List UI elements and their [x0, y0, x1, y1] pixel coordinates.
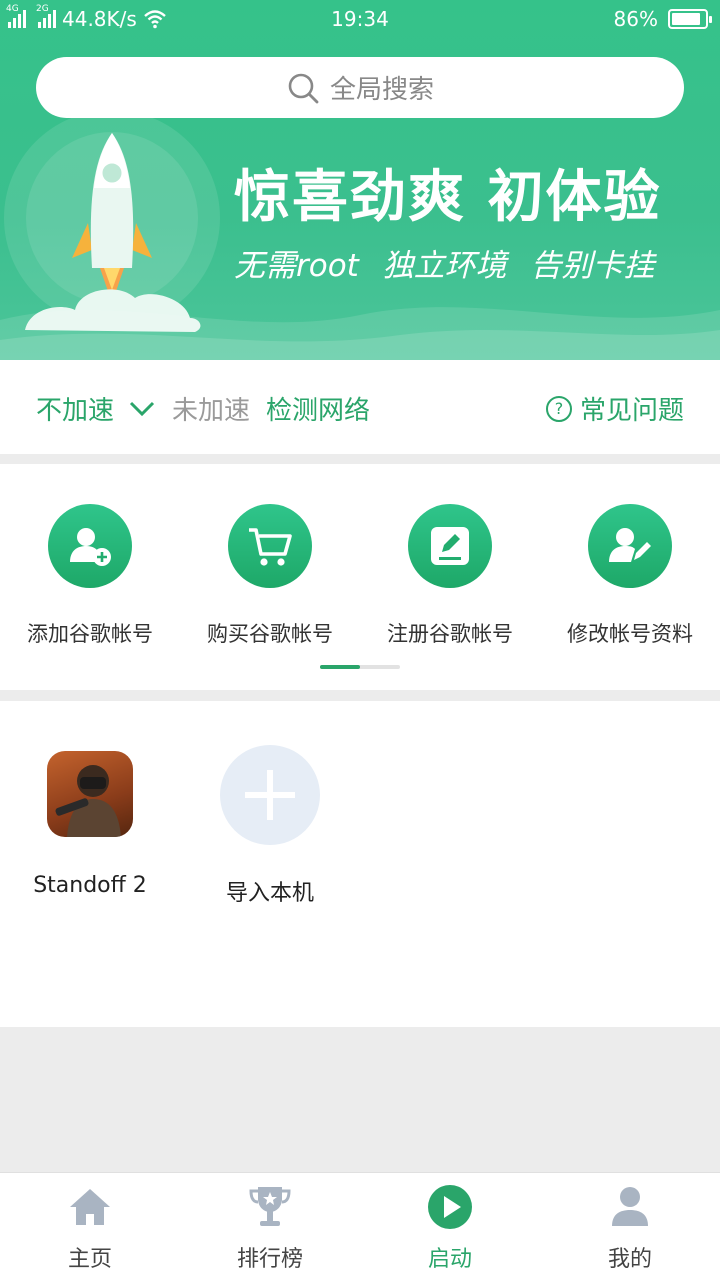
- bottom-navigation: 主页 排行榜 启动 我的: [0, 1172, 720, 1280]
- wave-decoration: [0, 307, 720, 360]
- accel-mode-dropdown[interactable]: 不加速: [36, 390, 156, 427]
- nav-me[interactable]: 我的: [540, 1183, 720, 1273]
- faq-link[interactable]: ? 常见问题: [545, 390, 684, 427]
- play-icon: [360, 1183, 540, 1231]
- search-icon: [288, 73, 319, 103]
- status-bar: 4G 2G 44.8K/s 19:34 86%: [0, 0, 720, 38]
- nav-label: 启动: [427, 1247, 472, 1272]
- app-label: Standoff 2: [33, 873, 147, 898]
- search-bar[interactable]: 全局搜索: [36, 57, 684, 118]
- detect-network-link[interactable]: 检测网络: [266, 390, 370, 427]
- add-user-icon: [48, 504, 132, 588]
- nav-label: 主页: [67, 1247, 112, 1272]
- cart-icon: [228, 504, 312, 588]
- clock: 19:34: [331, 7, 389, 31]
- action-buy-google-account[interactable]: 购买谷歌帐号: [180, 504, 360, 648]
- battery-percent: 86%: [613, 7, 658, 31]
- plus-icon: [220, 745, 320, 845]
- action-label: 添加谷歌帐号: [27, 622, 153, 646]
- page-indicator: [320, 665, 400, 669]
- user-edit-icon: [588, 504, 672, 588]
- nav-launch[interactable]: 启动: [360, 1183, 540, 1273]
- action-register-google-account[interactable]: 注册谷歌帐号: [360, 504, 540, 648]
- action-add-google-account[interactable]: 添加谷歌帐号: [0, 504, 180, 648]
- user-icon: [540, 1183, 720, 1231]
- accel-mode-label: 不加速: [36, 396, 115, 426]
- search-placeholder: 全局搜索: [329, 75, 434, 105]
- action-label: 修改帐号资料: [567, 622, 693, 646]
- faq-label: 常见问题: [579, 396, 684, 426]
- home-icon: [0, 1183, 180, 1231]
- banner-headline: 惊喜劲爽 初体验: [234, 165, 662, 230]
- standoff2-app-icon: [47, 751, 133, 837]
- hero-banner: 4G 2G 44.8K/s 19:34 86% 全局搜索 惊喜劲爽 初体验 无需…: [0, 0, 720, 360]
- accel-status: 未加速: [172, 396, 251, 426]
- nav-label: 我的: [607, 1247, 652, 1272]
- account-actions: 添加谷歌帐号 购买谷歌帐号 注册谷歌帐号 修改帐号资料: [0, 464, 720, 690]
- app-label: 导入本机: [225, 881, 314, 906]
- edit-note-icon: [408, 504, 492, 588]
- app-standoff2[interactable]: Standoff 2: [0, 751, 180, 898]
- trophy-icon: [180, 1183, 360, 1231]
- nav-home[interactable]: 主页: [0, 1183, 180, 1273]
- question-icon: ?: [545, 395, 572, 422]
- acceleration-bar: 不加速 未加速 检测网络 ? 常见问题: [0, 360, 720, 454]
- banner-subline: 无需root 独立环境 告别卡挂: [234, 248, 655, 284]
- nav-ranking[interactable]: 排行榜: [180, 1183, 360, 1273]
- app-grid: Standoff 2 导入本机: [0, 701, 720, 1027]
- import-local-app-button[interactable]: 导入本机: [180, 745, 360, 907]
- battery-icon: [668, 9, 712, 29]
- action-edit-account-info[interactable]: 修改帐号资料: [540, 504, 720, 648]
- chevron-down-icon: [129, 401, 155, 416]
- nav-label: 排行榜: [236, 1247, 303, 1272]
- action-label: 购买谷歌帐号: [207, 622, 333, 646]
- action-label: 注册谷歌帐号: [387, 622, 513, 646]
